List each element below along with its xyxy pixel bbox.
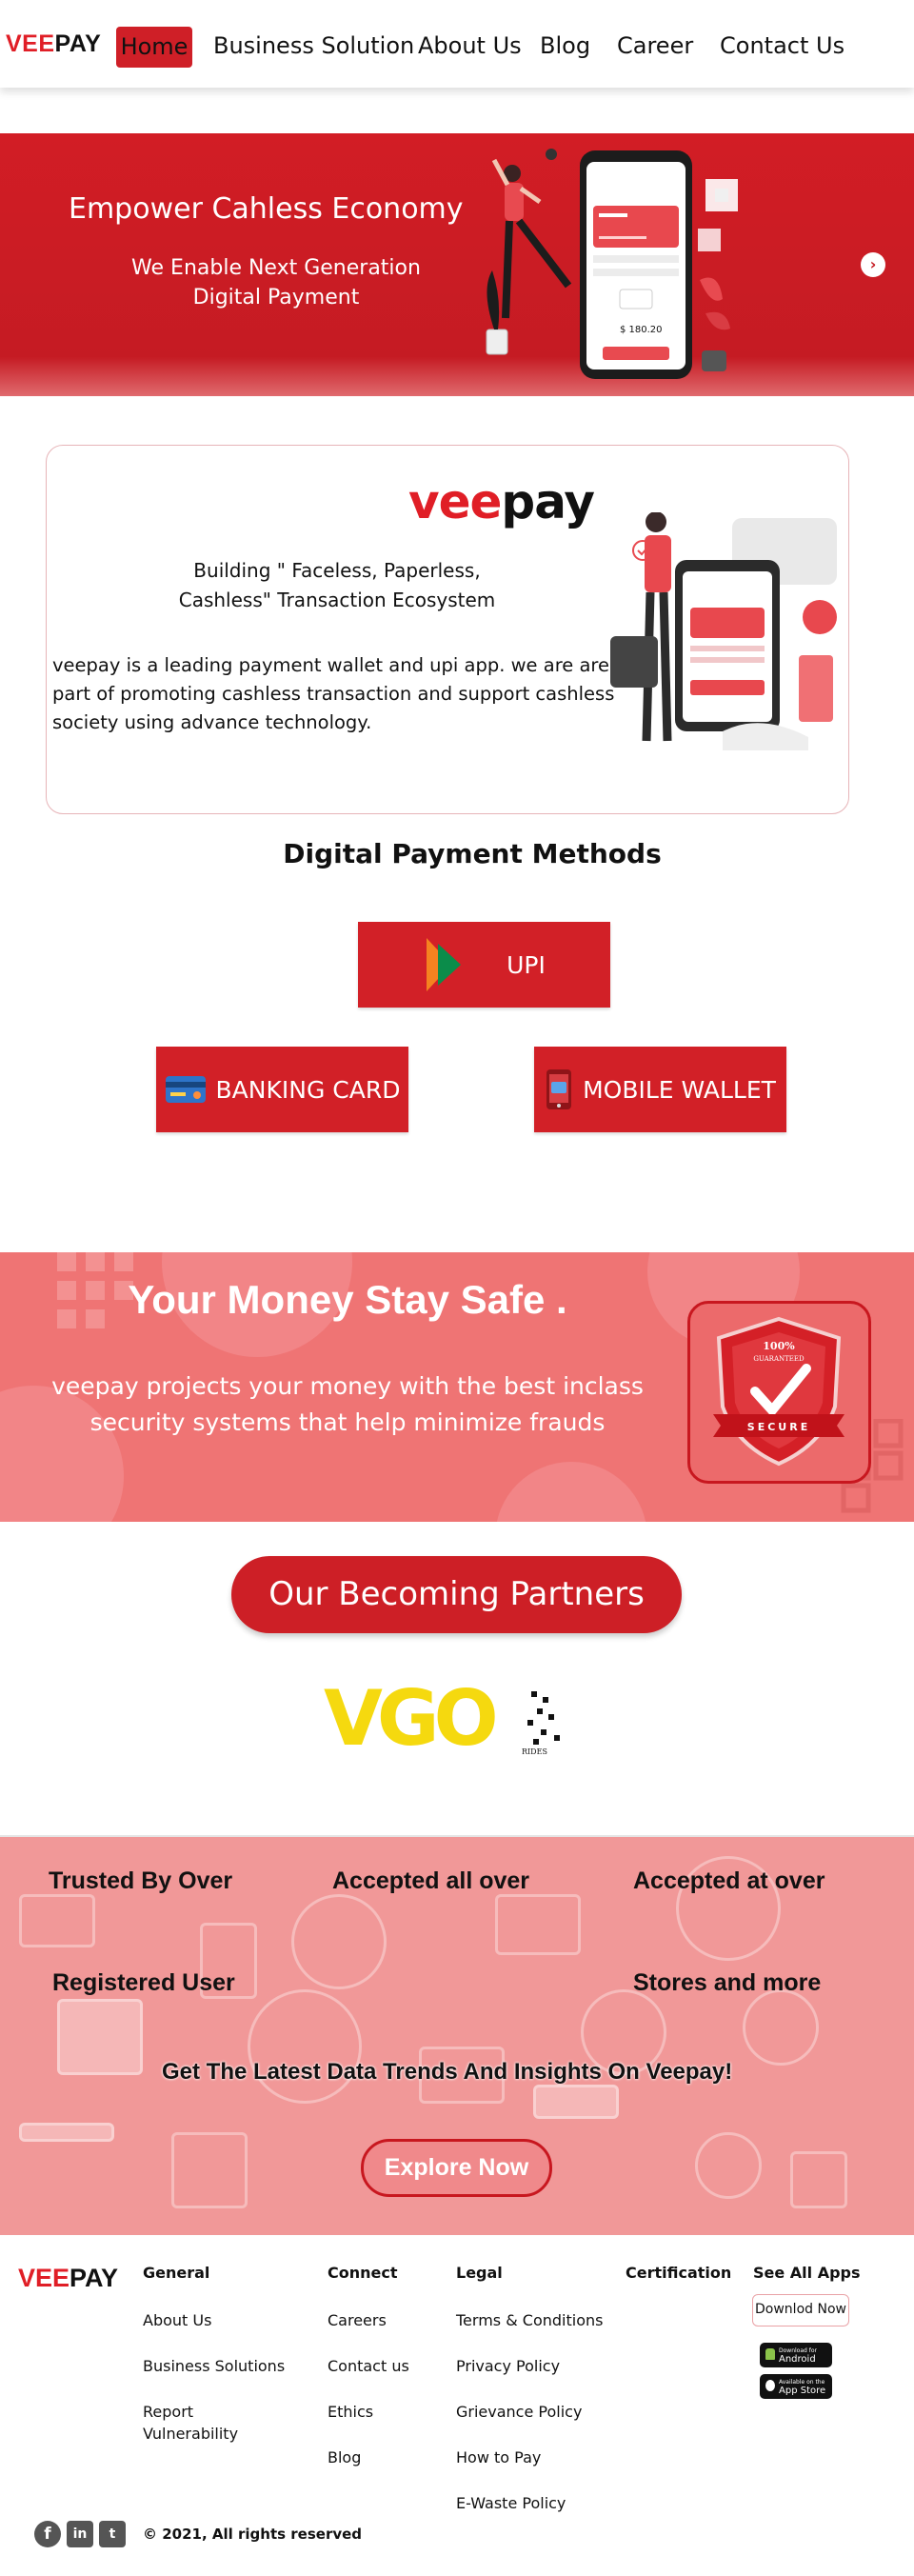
badge-guaranteed: GUARANTEED — [753, 1355, 805, 1363]
stat-accepted-at: Accepted at over — [633, 1867, 825, 1894]
download-now-button[interactable]: Downlod Now — [752, 2294, 849, 2326]
carousel-next-button[interactable]: › — [861, 252, 885, 277]
safe-heading: Your Money Stay Safe . — [128, 1277, 567, 1322]
hero-heading: Empower Cahless Economy — [69, 192, 464, 226]
footer-logo-red: VEE — [18, 2264, 70, 2292]
network-watermark-icon — [171, 2132, 248, 2208]
vgo-rides: RIDES — [522, 1747, 547, 1756]
logo-black-part: PAY — [54, 30, 102, 57]
stats-section: Trusted By Over Accepted all over Accept… — [0, 1837, 914, 2235]
banking-card-button[interactable]: BANKING CARD — [156, 1047, 408, 1132]
explore-now-button[interactable]: Explore Now — [361, 2139, 552, 2197]
phone-amount: $ 180.20 — [620, 325, 663, 335]
card-watermark-icon — [533, 2085, 619, 2119]
twitter-icon[interactable]: t — [99, 2521, 126, 2547]
about-tagline: Building " Faceless, Paperless, Cashless… — [178, 559, 496, 611]
footer: VEEPAY General About Us Business Solutio… — [0, 2235, 914, 2576]
appstore-badge-big: App Store — [779, 2386, 826, 2396]
nav-business-solution[interactable]: Business Solution — [213, 32, 414, 59]
shield-icon: 100% GUARANTEED SECURE — [713, 1316, 844, 1467]
credit-card-icon — [165, 1076, 206, 1103]
banking-card-label: BANKING CARD — [215, 1075, 401, 1104]
globe-watermark-icon — [291, 1894, 387, 1989]
mobile-wallet-icon — [546, 1069, 572, 1109]
badge-secure: SECURE — [747, 1421, 810, 1433]
linkedin-icon[interactable]: in — [67, 2521, 93, 2547]
brand-logo[interactable]: VEEPAY — [6, 30, 101, 58]
page: VEEPAY Home Business Solution About Us B… — [0, 0, 914, 2576]
nav-contact-us[interactable]: Contact Us — [720, 32, 844, 59]
chat-watermark-icon — [695, 2132, 762, 2199]
about-illustration — [610, 512, 837, 750]
footer-heading-certification: Certification — [626, 2264, 732, 2282]
nav-about-us[interactable]: About Us — [418, 32, 522, 59]
money-safe-section: Your Money Stay Safe . veepay projects y… — [0, 1252, 914, 1522]
upi-button[interactable]: UPI — [358, 922, 610, 1008]
footer-link-business-solutions[interactable]: Business Solutions — [143, 2355, 285, 2377]
footer-link-blog[interactable]: Blog — [328, 2446, 361, 2468]
footer-link-terms[interactable]: Terms & Conditions — [456, 2309, 603, 2331]
cycle-watermark-icon — [248, 1989, 362, 2104]
footer-heading-general: General — [143, 2264, 210, 2282]
footer-link-ewaste[interactable]: E-Waste Policy — [456, 2492, 566, 2514]
footer-link-grievance[interactable]: Grievance Policy — [456, 2401, 582, 2423]
upi-label: UPI — [507, 950, 546, 979]
stat-stores: Stores and more — [633, 1969, 822, 1996]
android-store-badge[interactable]: Download for Android — [760, 2343, 832, 2367]
about-description: veepay is a leading payment wallet and u… — [52, 654, 627, 733]
chevron-right-icon: › — [869, 255, 877, 273]
mobile-wallet-label: MOBILE WALLET — [583, 1075, 776, 1104]
thumbs-up-watermark-icon — [790, 2151, 847, 2208]
person-watermark-icon — [743, 1989, 819, 2066]
app-store-badge[interactable]: Available on the App Store — [760, 2374, 832, 2399]
android-icon — [765, 2348, 775, 2360]
logo-red-part: VEE — [6, 30, 55, 57]
veepay-logo: veepay — [408, 474, 595, 529]
partners-button[interactable]: Our Becoming Partners — [231, 1556, 682, 1633]
footer-logo-black: PAY — [70, 2264, 119, 2292]
vgo-text: VGO — [324, 1676, 495, 1762]
mobile-wallet-button[interactable]: MOBILE WALLET — [534, 1047, 786, 1132]
footer-link-ethics[interactable]: Ethics — [328, 2401, 373, 2423]
stat-trusted: Trusted By Over — [49, 1867, 233, 1894]
footer-link-about-us[interactable]: About Us — [143, 2309, 211, 2331]
android-badge-big: Android — [779, 2354, 816, 2365]
footer-heading-legal: Legal — [456, 2264, 503, 2282]
nav-blog[interactable]: Blog — [540, 32, 590, 59]
hero-illustration: $ 180.20 — [486, 149, 738, 379]
wallet-watermark-icon — [495, 1894, 581, 1955]
facebook-icon[interactable]: f — [34, 2521, 61, 2547]
top-navbar: VEEPAY Home Business Solution About Us B… — [0, 0, 914, 88]
footer-heading-connect: Connect — [328, 2264, 398, 2282]
stat-accepted-all: Accepted all over — [332, 1867, 530, 1894]
footer-link-contact-us[interactable]: Contact us — [328, 2355, 409, 2377]
footer-link-report-vulnerability[interactable]: Report Vulnerability — [143, 2401, 257, 2445]
footer-link-how-to-pay[interactable]: How to Pay — [456, 2446, 541, 2468]
footer-link-privacy[interactable]: Privacy Policy — [456, 2355, 560, 2377]
nav-home[interactable]: Home — [116, 27, 192, 68]
hand-watermark-icon — [57, 1999, 143, 2075]
safe-text: veepay projects your money with the best… — [51, 1372, 644, 1436]
veepay-logo-black: pay — [501, 474, 595, 529]
nav-career[interactable]: Career — [617, 32, 693, 59]
hero-subheading: We Enable Next Generation Digital Paymen… — [131, 256, 421, 310]
apple-icon — [765, 2380, 775, 2391]
footer-heading-apps: See All Apps — [753, 2264, 861, 2282]
bar-watermark-icon — [19, 2123, 114, 2142]
methods-title: Digital Payment Methods — [283, 838, 662, 869]
about-card: veepay Building " Faceless, Paperless, C… — [46, 445, 849, 814]
veepay-logo-red: vee — [408, 474, 502, 529]
hero-banner: Empower Cahless Economy We Enable Next G… — [0, 133, 914, 396]
copyright-text: © 2021, All rights reserved — [143, 2526, 363, 2543]
badge-percent: 100% — [763, 1340, 795, 1352]
footer-logo[interactable]: VEEPAY — [18, 2264, 118, 2293]
vgo-partner-logo[interactable]: VGO RIDES — [324, 1676, 571, 1762]
footer-link-careers[interactable]: Careers — [328, 2309, 387, 2331]
wallet-watermark-icon — [19, 1894, 95, 1947]
insight-text: Get The Latest Data Trends And Insights … — [162, 2059, 733, 2085]
stat-registered: Registered User — [52, 1969, 235, 1996]
upi-icon — [427, 938, 462, 991]
decor-circle — [495, 1462, 647, 1522]
secure-badge-frame: 100% GUARANTEED SECURE — [687, 1301, 871, 1484]
